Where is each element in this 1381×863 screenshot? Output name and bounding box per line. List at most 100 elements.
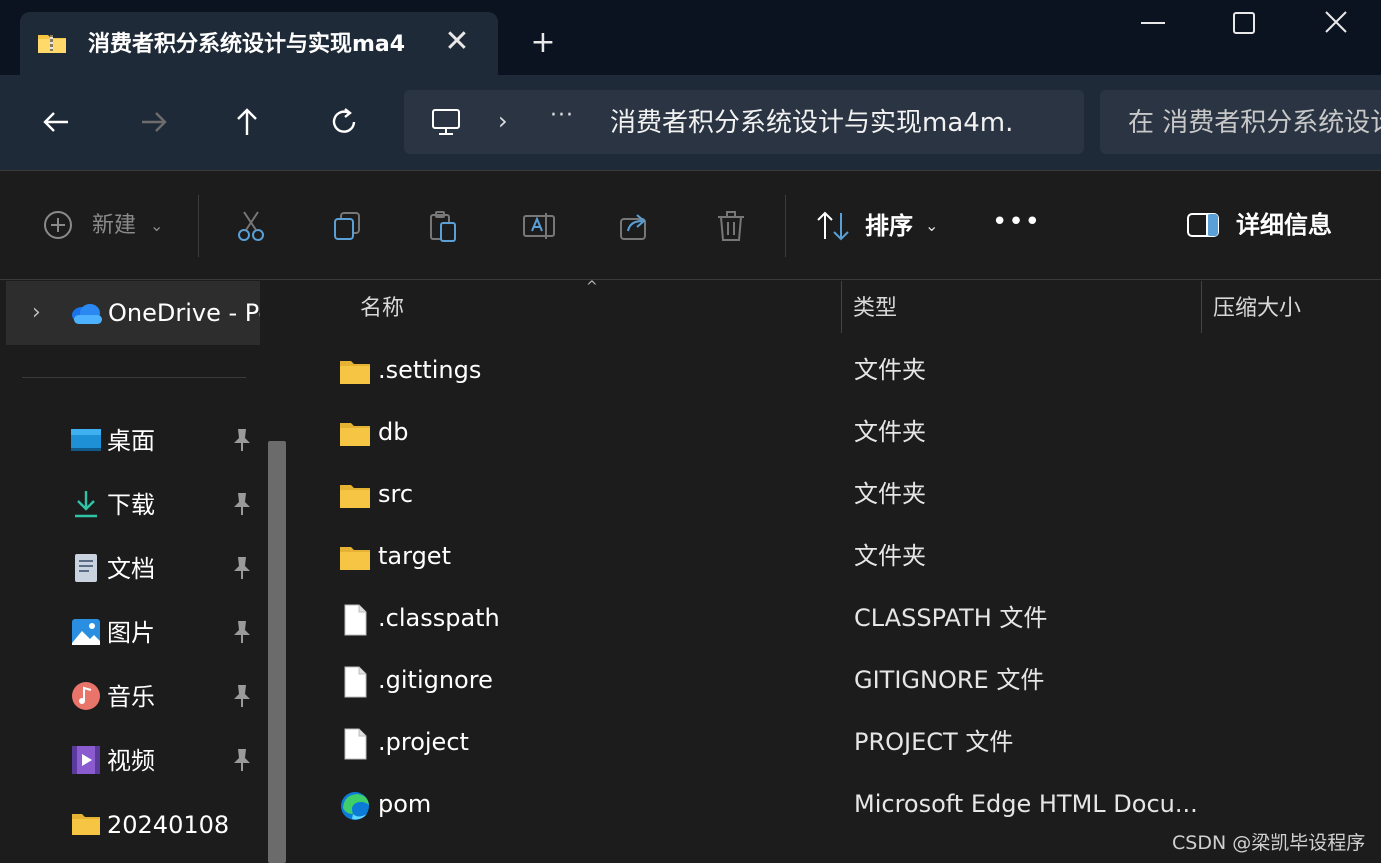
file-type: GITIGNORE 文件	[854, 666, 1045, 694]
address-bar[interactable]: › ··· 消费者积分系统设计与实现ma4m.	[404, 90, 1084, 154]
file-icon	[344, 604, 367, 636]
file-name: pom	[378, 790, 432, 818]
column-header-compressed-size[interactable]: 压缩大小	[1213, 289, 1373, 333]
new-tab-button[interactable]: +	[528, 28, 558, 60]
file-row[interactable]: target 文件夹	[300, 527, 1381, 589]
file-row[interactable]: src 文件夹	[300, 465, 1381, 527]
sort-arrows-icon	[817, 211, 849, 241]
title-bar: 消费者积分系统设计与实现ma4 ✕ +	[0, 0, 1381, 75]
sidebar-item-label: OneDrive - Pe	[108, 299, 260, 327]
file-name: .project	[378, 728, 469, 756]
file-type: Microsoft Edge HTML Docu...	[854, 790, 1198, 818]
file-row[interactable]: .settings 文件夹	[300, 341, 1381, 403]
folder-icon	[340, 423, 370, 446]
maximize-icon[interactable]	[1226, 8, 1262, 38]
pin-icon[interactable]	[230, 491, 254, 517]
folder-icon	[340, 361, 370, 384]
expand-chevron-icon[interactable]: ›	[32, 299, 41, 327]
pin-icon[interactable]	[230, 683, 254, 709]
file-name: .settings	[378, 356, 482, 384]
cut-icon[interactable]	[234, 209, 268, 243]
new-label: 新建	[92, 213, 137, 238]
toolbar-divider	[785, 195, 786, 257]
file-icon	[344, 666, 367, 698]
pictures-icon	[72, 619, 100, 645]
close-window-icon[interactable]	[1318, 8, 1354, 38]
file-row[interactable]: db 文件夹	[300, 403, 1381, 465]
minimize-icon[interactable]	[1135, 8, 1171, 38]
file-type: CLASSPATH 文件	[854, 604, 1048, 632]
up-arrow-icon[interactable]	[230, 105, 264, 139]
rename-icon[interactable]	[522, 209, 556, 243]
column-divider[interactable]	[841, 281, 842, 333]
search-box[interactable]: 在 消费者积分系统设计	[1100, 90, 1381, 154]
search-placeholder[interactable]: 在 消费者积分系统设计	[1128, 106, 1381, 140]
sidebar-item-20240108[interactable]: 20240108	[70, 805, 260, 845]
sidebar-scrollbar-thumb[interactable]	[268, 441, 286, 863]
zip-folder-icon	[38, 35, 66, 53]
sidebar-item-label: 20240108	[107, 811, 230, 839]
folder-icon	[340, 485, 370, 508]
details-pane-button[interactable]: 详细信息	[1186, 207, 1356, 243]
file-type: 文件夹	[854, 480, 926, 508]
file-name: db	[378, 418, 409, 446]
sidebar-item-music[interactable]: 音乐	[70, 677, 260, 717]
delete-icon[interactable]	[714, 209, 748, 243]
sidebar-item-label: 图片	[107, 619, 155, 647]
file-row[interactable]: .gitignore GITIGNORE 文件	[300, 651, 1381, 713]
file-type: PROJECT 文件	[854, 728, 1014, 756]
breadcrumb-path[interactable]: 消费者积分系统设计与实现ma4m.	[610, 106, 1030, 140]
sidebar-item-videos[interactable]: 视频	[70, 741, 260, 781]
paste-icon[interactable]	[426, 209, 460, 243]
breadcrumb-more-button[interactable]: ···	[550, 102, 580, 134]
tab-title: 消费者积分系统设计与实现ma4	[88, 32, 406, 57]
pin-icon[interactable]	[230, 555, 254, 581]
file-row[interactable]: .classpath CLASSPATH 文件	[300, 589, 1381, 651]
explorer-tab[interactable]: 消费者积分系统设计与实现ma4 ✕	[20, 12, 498, 75]
onedrive-cloud-icon	[72, 304, 102, 324]
details-label: 详细信息	[1236, 211, 1332, 239]
sidebar-item-downloads[interactable]: 下载	[70, 485, 260, 525]
breadcrumb-chevron-icon[interactable]: ›	[498, 106, 518, 138]
edge-icon	[341, 792, 369, 820]
forward-arrow-icon[interactable]	[136, 105, 170, 139]
file-type: 文件夹	[854, 542, 926, 570]
document-icon	[75, 554, 97, 582]
navigation-bar: › ··· 消费者积分系统设计与实现ma4m. 在 消费者积分系统设计	[0, 75, 1381, 170]
copy-icon[interactable]	[330, 209, 364, 243]
sidebar-item-label: 桌面	[107, 427, 155, 455]
sidebar-item-documents[interactable]: 文档	[70, 549, 260, 589]
details-pane-icon	[1187, 213, 1219, 237]
plus-circle-icon	[44, 211, 72, 239]
this-pc-icon[interactable]	[430, 106, 462, 138]
file-name: target	[378, 542, 451, 570]
pin-icon[interactable]	[230, 747, 254, 773]
pin-icon[interactable]	[230, 619, 254, 645]
pin-icon[interactable]	[230, 427, 254, 453]
sidebar-item-desktop[interactable]: 桌面	[70, 421, 260, 461]
column-header-name[interactable]: 名称	[360, 289, 840, 333]
watermark: CSDN @梁凯毕设程序	[1172, 832, 1366, 854]
sidebar-item-label: 视频	[107, 747, 155, 775]
new-button[interactable]: 新建 ⌄	[42, 209, 172, 243]
file-type: 文件夹	[854, 356, 926, 384]
sidebar-item-pictures[interactable]: 图片	[70, 613, 260, 653]
share-icon[interactable]	[618, 209, 652, 243]
more-options-button[interactable]: •••	[992, 207, 1040, 241]
chevron-down-icon: ⌄	[150, 216, 164, 235]
sidebar-item-label: 文档	[107, 555, 155, 583]
file-row[interactable]: .project PROJECT 文件	[300, 713, 1381, 775]
sidebar-item-onedrive[interactable]: › OneDrive - Pe	[6, 281, 260, 345]
folder-icon	[72, 814, 100, 835]
file-row[interactable]: pom Microsoft Edge HTML Docu...	[300, 775, 1381, 837]
column-divider[interactable]	[1201, 281, 1202, 333]
sidebar-divider	[22, 377, 246, 378]
back-arrow-icon[interactable]	[40, 105, 74, 139]
sort-button[interactable]: 排序 ⌄	[815, 209, 945, 243]
command-bar: 新建 ⌄ 排序 ⌄ ••• 详细信息	[0, 170, 1381, 280]
close-tab-icon[interactable]: ✕	[440, 27, 474, 58]
download-icon	[75, 491, 97, 518]
column-header-type[interactable]: 类型	[853, 289, 1193, 333]
refresh-icon[interactable]	[327, 105, 361, 139]
file-list: ^ 名称 类型 压缩大小 .settings 文件夹 db 文件夹 src 文件…	[300, 279, 1381, 863]
